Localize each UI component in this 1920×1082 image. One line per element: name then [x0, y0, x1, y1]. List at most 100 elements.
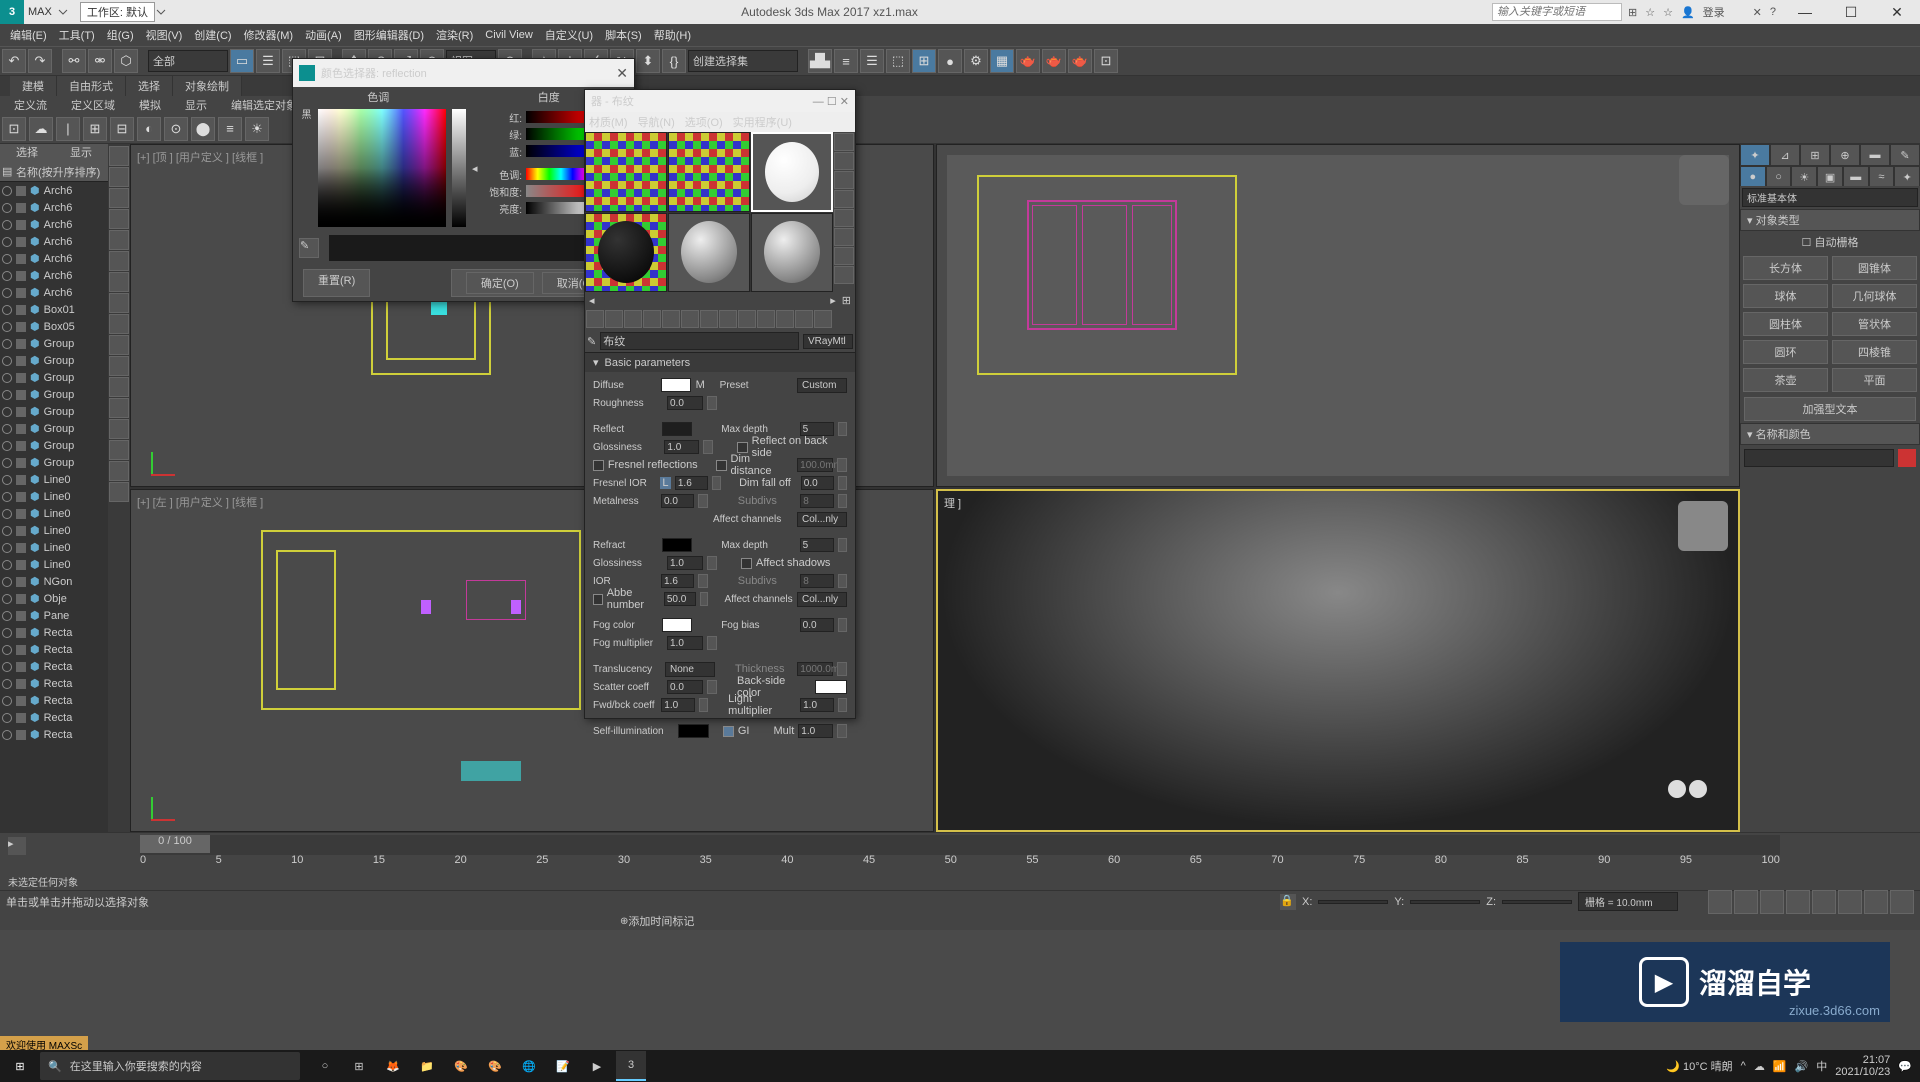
visibility-icon[interactable]	[2, 390, 12, 400]
dimfall-spinner[interactable]: 0.0	[801, 476, 834, 490]
mat-menu-util[interactable]: 实用程序(U)	[733, 114, 792, 130]
geometry-type-dropdown[interactable]: 标准基本体	[1742, 188, 1918, 207]
shapes-icon[interactable]: ○	[1766, 166, 1792, 188]
material-type-button[interactable]: VRayMtl	[803, 334, 853, 349]
freeze-icon[interactable]	[16, 696, 26, 706]
filter-icon[interactable]	[109, 167, 129, 187]
scene-row[interactable]: ⬢Group	[0, 369, 108, 386]
spinner-arrows[interactable]	[838, 422, 847, 436]
visibility-icon[interactable]	[2, 611, 12, 621]
freeze-icon[interactable]	[16, 594, 26, 604]
slot-tool-icon[interactable]	[834, 171, 854, 189]
gi-check[interactable]	[723, 726, 734, 737]
select-tab[interactable]: 选择	[0, 144, 54, 162]
menu-animation[interactable]: 动画(A)	[299, 25, 348, 45]
x-input[interactable]	[1318, 900, 1388, 904]
tray-volume-icon[interactable]: 🔊	[1795, 1060, 1809, 1073]
scene-row[interactable]: ⬢Line0	[0, 556, 108, 573]
material-slot[interactable]	[668, 132, 750, 212]
visibility-icon[interactable]	[2, 339, 12, 349]
curve-editor-button[interactable]: ⬚	[886, 49, 910, 73]
scene-row[interactable]: ⬢Recta	[0, 641, 108, 658]
scene-row[interactable]: ⬢Arch6	[0, 250, 108, 267]
freeze-icon[interactable]	[16, 628, 26, 638]
exchange-icon[interactable]: ✕	[1753, 6, 1762, 19]
eyedropper-icon[interactable]: ✎	[299, 238, 319, 258]
freeze-icon[interactable]	[16, 203, 26, 213]
spinner-arrows[interactable]	[838, 574, 847, 588]
freeze-icon[interactable]	[16, 424, 26, 434]
scene-row[interactable]: ⬢Arch6	[0, 267, 108, 284]
visibility-icon[interactable]	[2, 509, 12, 519]
close-button[interactable]: ✕	[1874, 0, 1920, 24]
material-slot[interactable]	[585, 213, 667, 293]
rglossiness-spinner[interactable]: 1.0	[667, 556, 703, 570]
visibility-icon[interactable]	[2, 271, 12, 281]
filter-icon[interactable]	[109, 293, 129, 313]
spinner-arrows[interactable]	[838, 618, 847, 632]
nav-icon[interactable]	[1838, 890, 1862, 914]
scene-row[interactable]: ⬢Group	[0, 437, 108, 454]
user-icon[interactable]: 👤	[1681, 6, 1695, 19]
rsubdivs-spinner[interactable]: 8	[800, 574, 833, 588]
start-button[interactable]: ⊞	[0, 1050, 40, 1082]
render-prod-button[interactable]: 🫖	[1042, 49, 1066, 73]
filter-icon[interactable]	[109, 188, 129, 208]
refract-swatch[interactable]	[662, 538, 692, 552]
firefox-icon[interactable]: 🦊	[378, 1051, 408, 1081]
value-slider[interactable]	[452, 109, 466, 227]
geosphere-button[interactable]: 几何球体	[1832, 284, 1917, 308]
freeze-icon[interactable]	[16, 339, 26, 349]
preset-dropdown[interactable]: Custom	[797, 378, 847, 393]
selfillum-swatch[interactable]	[678, 724, 709, 738]
object-color-swatch[interactable]	[1898, 449, 1916, 467]
mat-tool-icon[interactable]	[776, 310, 794, 328]
menu-customize[interactable]: 自定义(U)	[539, 25, 599, 45]
visibility-icon[interactable]	[2, 288, 12, 298]
dialog-title[interactable]: 颜色选择器: reflection ✕	[293, 59, 634, 87]
tab-paint[interactable]: 对象绘制	[173, 76, 242, 96]
geometry-icon[interactable]: ●	[1740, 166, 1766, 188]
weather-widget[interactable]: 🌙 10°C 晴朗	[1666, 1058, 1732, 1074]
ribbon-icon[interactable]: ⬤	[191, 117, 215, 141]
freeze-icon[interactable]	[16, 492, 26, 502]
scene-row[interactable]: ⬢Recta	[0, 726, 108, 743]
scene-row[interactable]: ⬢Pane	[0, 607, 108, 624]
visibility-icon[interactable]	[2, 356, 12, 366]
render-button[interactable]: 🫖	[1016, 49, 1040, 73]
spinner-arrows[interactable]	[698, 494, 707, 508]
filter-icon[interactable]	[109, 377, 129, 397]
slot-tool-icon[interactable]	[834, 152, 854, 170]
plane-button[interactable]: 平面	[1832, 368, 1917, 392]
diffuse-swatch[interactable]	[661, 378, 691, 392]
freeze-icon[interactable]	[16, 713, 26, 723]
filter-icon[interactable]	[109, 398, 129, 418]
modify-tab[interactable]: ⊿	[1770, 144, 1800, 166]
tray-wifi-icon[interactable]: 📶	[1773, 1060, 1787, 1073]
freeze-icon[interactable]	[16, 288, 26, 298]
layers-button[interactable]: ☰	[860, 49, 884, 73]
mat-menu-nav[interactable]: 导航(N)	[638, 114, 675, 130]
filter-icon[interactable]	[109, 440, 129, 460]
scene-row[interactable]: ⬢Recta	[0, 675, 108, 692]
ribbon-icon[interactable]: ◐	[137, 117, 161, 141]
create-tab[interactable]: ✦	[1740, 144, 1770, 166]
material-slot[interactable]	[751, 213, 833, 293]
scene-row[interactable]: ⬢Box01	[0, 301, 108, 318]
frame-indicator[interactable]: 0 / 100	[140, 835, 210, 853]
mat-tool-icon[interactable]	[681, 310, 699, 328]
reflback-check[interactable]	[737, 442, 748, 453]
scene-row[interactable]: ⬢Recta	[0, 658, 108, 675]
menu-edit[interactable]: 编辑(E)	[4, 25, 53, 45]
filter-icon[interactable]	[109, 314, 129, 334]
ribbon-icon[interactable]: ⊟	[110, 117, 134, 141]
scene-row[interactable]: ⬢Group	[0, 335, 108, 352]
workspace-selector[interactable]: 工作区: 默认	[80, 2, 155, 22]
textplus-button[interactable]: 加强型文本	[1744, 397, 1916, 421]
scene-row[interactable]: ⬢Line0	[0, 488, 108, 505]
addtime-label[interactable]: ⊕ 添加时间标记	[0, 912, 1920, 930]
3dsmax-taskbar-icon[interactable]: 3	[616, 1051, 646, 1081]
viewcube[interactable]	[1679, 155, 1729, 205]
time-slider[interactable]: 0 / 100	[140, 835, 1780, 855]
app-icon[interactable]: ▶	[582, 1051, 612, 1081]
